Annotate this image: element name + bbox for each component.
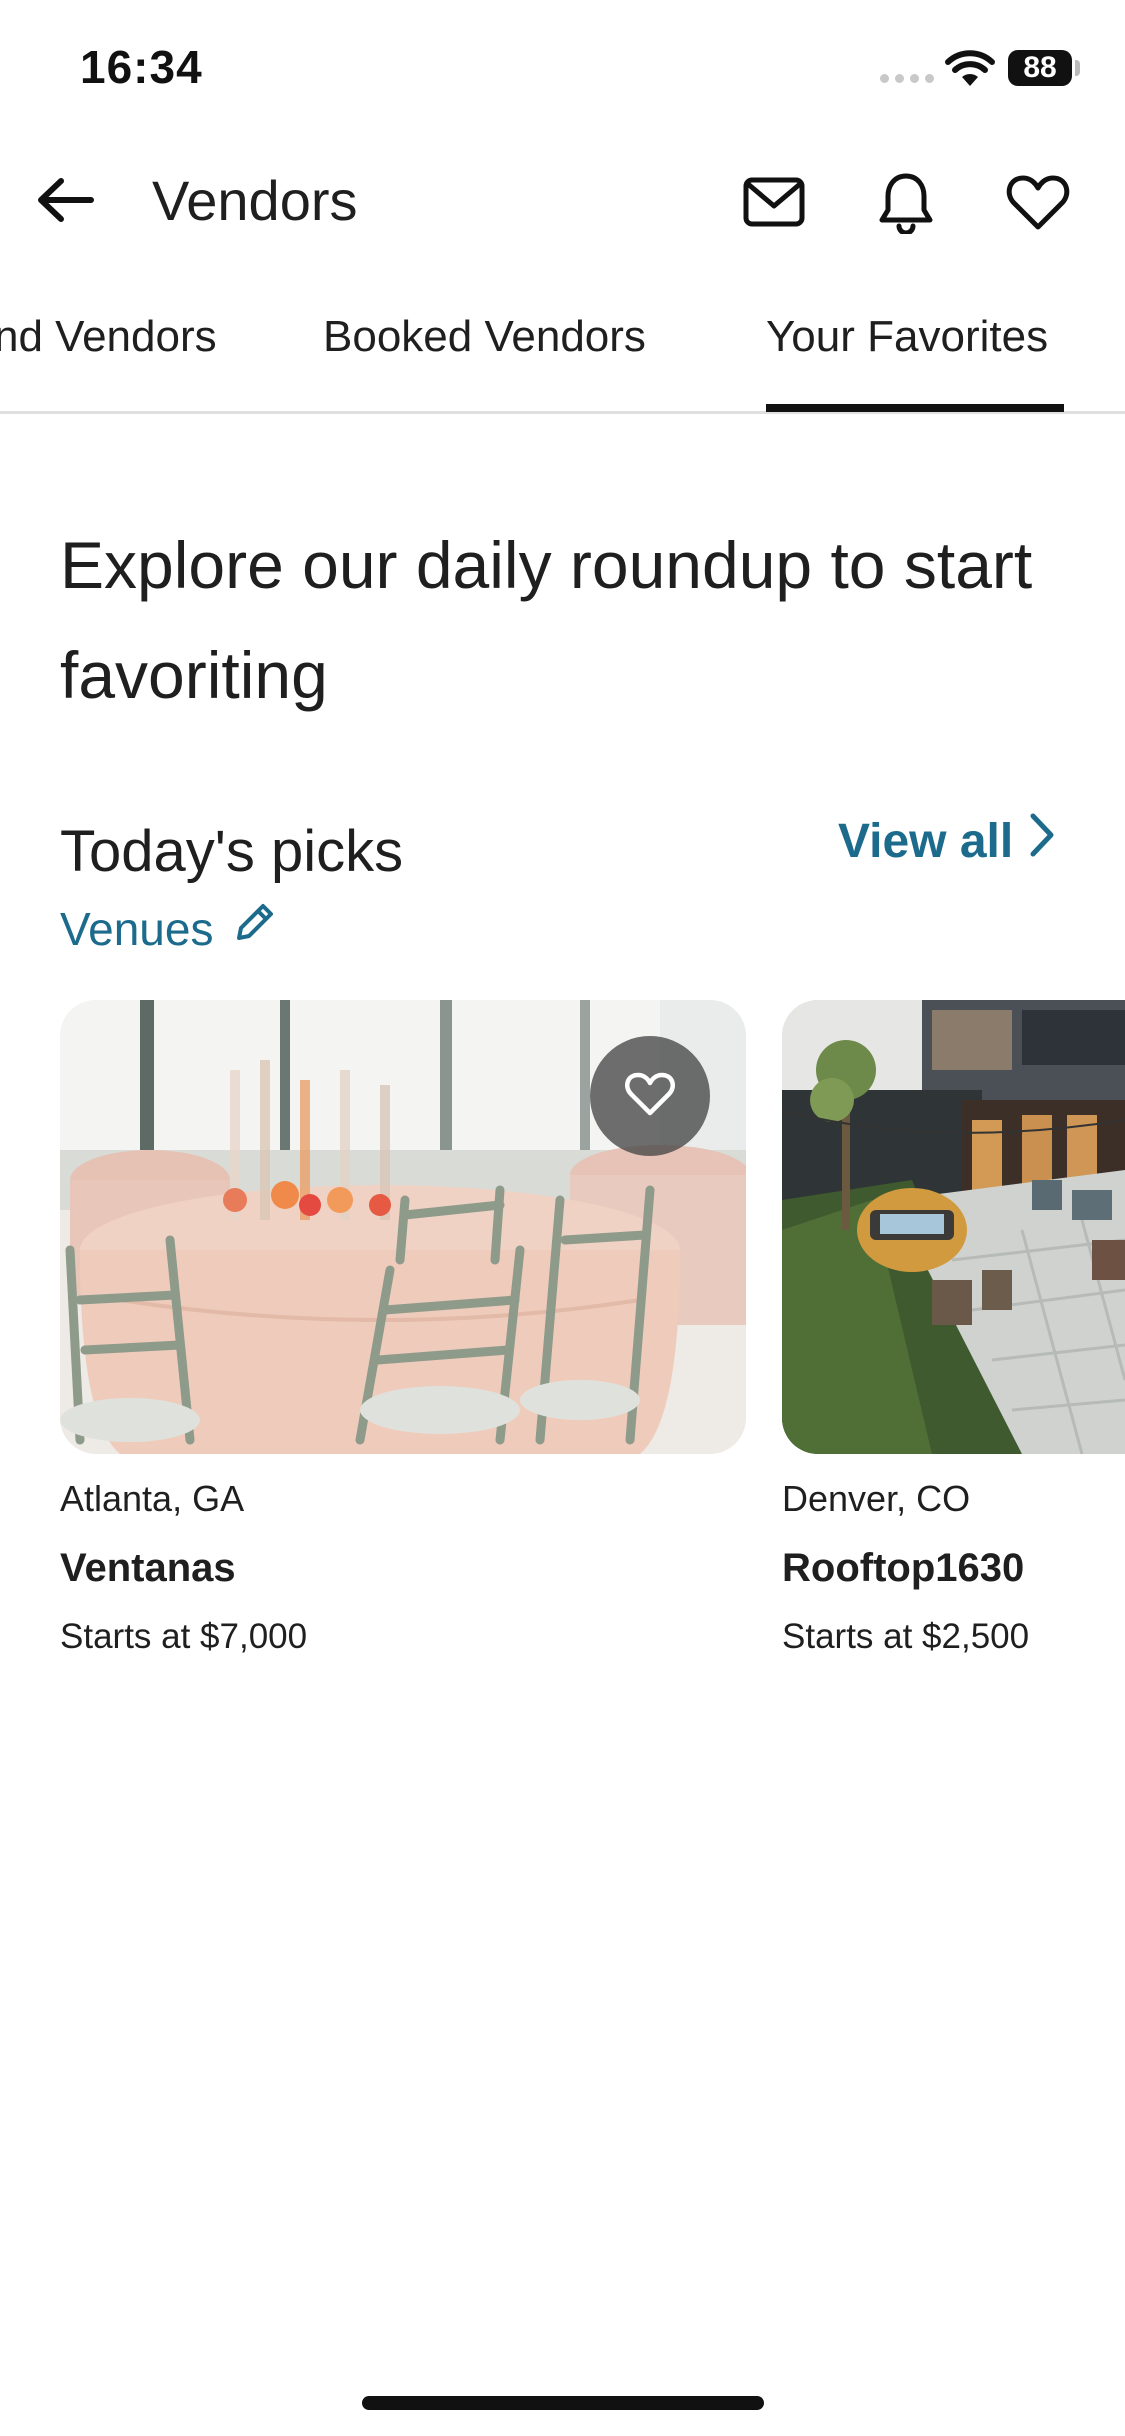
battery-tip bbox=[1075, 60, 1080, 76]
mail-icon[interactable] bbox=[736, 164, 812, 240]
venue-card[interactable]: Atlanta, GA Ventanas Starts at $7,000 bbox=[60, 1000, 746, 1657]
favorite-button[interactable] bbox=[590, 1036, 710, 1156]
category-edit-link[interactable]: Venues bbox=[60, 900, 277, 957]
venue-card[interactable]: Denver, CO Rooftop1630 Starts at $2,500 bbox=[782, 1000, 1125, 1657]
status-time: 16:34 bbox=[80, 41, 203, 93]
venue-photo[interactable] bbox=[60, 1000, 746, 1454]
category-label: Venues bbox=[60, 902, 214, 955]
venue-price: Starts at $2,500 bbox=[782, 1617, 1030, 1656]
heart-outline-icon bbox=[624, 1071, 676, 1122]
bell-icon[interactable] bbox=[868, 164, 944, 240]
venue-name[interactable]: Rooftop1630 bbox=[782, 1546, 1125, 1591]
section-title: Today's picks bbox=[60, 819, 404, 884]
tab-find-vendors[interactable]: nd Vendors bbox=[0, 312, 217, 362]
status-bar: 16:34 88 bbox=[0, 0, 1125, 130]
tab-your-favorites[interactable]: Your Favorites bbox=[766, 312, 1048, 362]
venue-location: Atlanta, GA bbox=[60, 1478, 245, 1519]
venue-price: Starts at $7,000 bbox=[60, 1617, 308, 1656]
chevron-right-icon bbox=[1027, 812, 1057, 870]
headline: Explore our daily roundup to start favor… bbox=[60, 528, 1033, 712]
view-all-label: View all bbox=[838, 814, 1014, 868]
venue-photo[interactable] bbox=[782, 1000, 1125, 1454]
signal-icon bbox=[880, 74, 934, 83]
pencil-icon bbox=[231, 900, 277, 957]
view-all-link[interactable]: View all bbox=[838, 812, 1057, 870]
tab-booked-vendors[interactable]: Booked Vendors bbox=[323, 312, 646, 362]
venue-location: Denver, CO bbox=[782, 1478, 971, 1519]
wifi-icon bbox=[945, 50, 995, 93]
battery-icon: 88 bbox=[1008, 50, 1072, 86]
heart-icon[interactable] bbox=[1000, 164, 1076, 240]
active-tab-indicator bbox=[766, 404, 1064, 412]
home-indicator[interactable] bbox=[362, 2396, 764, 2410]
back-arrow-icon[interactable] bbox=[30, 168, 100, 232]
venue-name[interactable]: Ventanas bbox=[60, 1546, 746, 1591]
page-title: Vendors bbox=[152, 169, 358, 232]
header: Vendors bbox=[0, 150, 1125, 250]
tab-bar: nd Vendors Booked Vendors Your Favorites bbox=[0, 300, 1125, 414]
